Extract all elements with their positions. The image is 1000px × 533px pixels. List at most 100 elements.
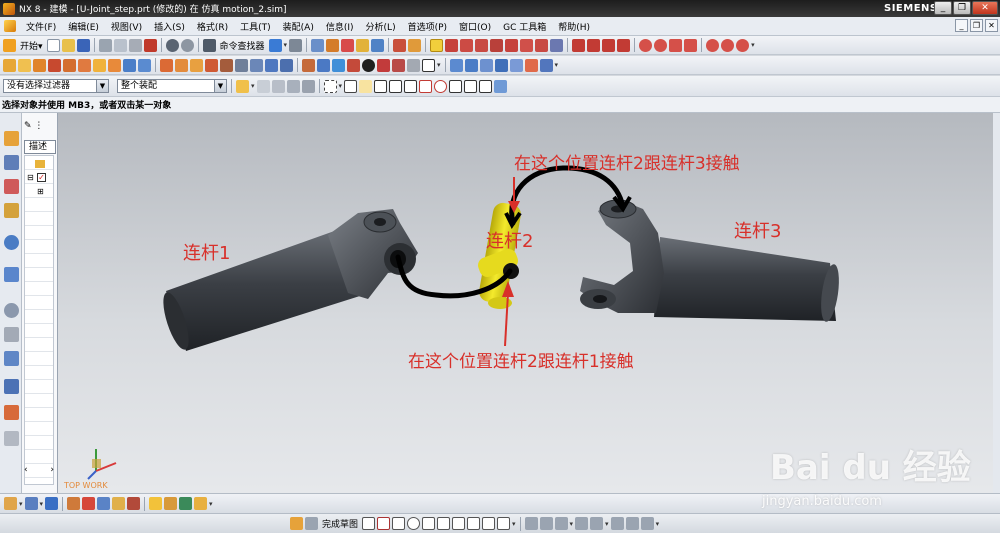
link1-part[interactable] (158, 209, 418, 352)
motion-solve-icon[interactable] (509, 58, 523, 72)
helix-icon[interactable] (736, 38, 750, 52)
point-icon[interactable] (520, 38, 534, 52)
quadrant-point-icon[interactable] (434, 79, 448, 93)
mate-icon[interactable] (112, 497, 126, 510)
layer-icon[interactable] (311, 38, 325, 52)
mirror-icon[interactable] (317, 58, 330, 72)
graphics-window[interactable]: 连杆1 连杆2 连杆3 在这个位置连杆2跟连杆3接触 在这个位置连杆2跟连杆1接… (58, 113, 993, 493)
checkbox-icon[interactable]: ✓ (37, 173, 46, 182)
quick-trim-icon[interactable] (524, 517, 538, 530)
motion-contact-icon[interactable] (479, 58, 493, 72)
type-filter-dropdown[interactable]: 没有选择过滤器 ▼ (3, 79, 109, 93)
face-selection-icon[interactable] (286, 79, 300, 93)
offset-curve-icon[interactable] (505, 38, 519, 52)
rectangle-select-icon[interactable] (323, 79, 337, 93)
edge-selection-icon[interactable] (301, 79, 315, 93)
wireframe-icon[interactable] (377, 58, 390, 72)
feature-selection-icon[interactable] (256, 79, 270, 93)
end-point-icon[interactable] (359, 79, 373, 93)
snap-settings-icon[interactable] (4, 497, 17, 510)
measure-distance-icon[interactable] (82, 497, 96, 510)
system-materials-icon[interactable] (4, 327, 19, 342)
snap-icon[interactable] (356, 38, 370, 52)
shaded-icon[interactable] (362, 58, 375, 72)
display-icon[interactable] (371, 38, 385, 52)
command-finder-button[interactable]: 命令查找器 (220, 39, 265, 52)
intersection-point-icon[interactable] (404, 79, 418, 93)
animation-icon[interactable] (524, 58, 538, 72)
touch-mode-icon[interactable] (268, 38, 282, 52)
trim-icon[interactable] (572, 38, 586, 52)
window-icon[interactable] (289, 38, 303, 52)
menu-information[interactable]: 信息(I) (320, 20, 360, 33)
selection-scope-dropdown[interactable]: 整个装配 ▼ (117, 79, 227, 93)
draft-icon[interactable] (280, 58, 293, 72)
menu-analysis[interactable]: 分析(L) (360, 20, 402, 33)
pocket-icon[interactable] (138, 58, 151, 72)
process-studio-icon[interactable] (4, 351, 19, 366)
expand-icon[interactable]: ⊞ (37, 187, 44, 196)
hd3d-tools-icon[interactable] (4, 235, 19, 250)
circle-icon[interactable] (639, 38, 653, 52)
motion-link-icon[interactable] (449, 58, 463, 72)
pattern-component-icon[interactable] (127, 497, 141, 510)
move-object-icon[interactable] (45, 497, 59, 510)
new-file-icon[interactable] (46, 38, 60, 52)
sketch-offset-icon[interactable] (497, 517, 511, 530)
sketch-rectangle-icon[interactable] (452, 517, 466, 530)
feature-group-icon[interactable] (24, 497, 38, 510)
extend-icon[interactable] (587, 38, 601, 52)
manufacturing-wizard-icon[interactable] (4, 379, 19, 394)
edge-blend-icon[interactable] (235, 58, 248, 72)
paste-icon[interactable] (128, 38, 142, 52)
view-orient-icon[interactable] (392, 58, 405, 72)
revolve-icon[interactable] (33, 58, 46, 72)
copy-icon[interactable] (113, 38, 127, 52)
sketch-arc-icon[interactable] (392, 517, 406, 530)
existing-point-icon[interactable] (449, 79, 463, 93)
motion-driver-icon[interactable] (494, 58, 508, 72)
sketch-icon[interactable] (3, 58, 16, 72)
reattach-icon[interactable] (640, 517, 654, 530)
sketch-polygon-icon[interactable] (467, 517, 481, 530)
split-body-icon[interactable] (220, 58, 233, 72)
system-scenes-icon[interactable] (4, 431, 19, 446)
doc-minimize-button[interactable]: _ (955, 19, 968, 32)
sketch-chamfer-icon[interactable] (437, 517, 451, 530)
menu-insert[interactable]: 插入(S) (148, 20, 191, 33)
motion-joint-icon[interactable] (464, 58, 478, 72)
point-on-curve-icon[interactable] (464, 79, 478, 93)
menu-assembly[interactable]: 装配(A) (277, 20, 320, 33)
section-icon[interactable] (408, 38, 422, 52)
zoom-icon[interactable] (347, 58, 360, 72)
select-icon[interactable] (430, 38, 444, 52)
menu-tools[interactable]: 工具(T) (234, 20, 277, 33)
undo-icon[interactable] (165, 38, 179, 52)
constraint-navigator-icon[interactable] (4, 155, 19, 170)
sketch-line-icon[interactable] (377, 517, 391, 530)
boss-icon[interactable] (123, 58, 136, 72)
sketch-task-icon[interactable] (290, 517, 303, 530)
bounded-grid-icon[interactable] (494, 79, 508, 93)
restore-button[interactable]: ❐ (953, 1, 971, 15)
navigator-tree[interactable]: ⊟ ✓ ⊞ (24, 155, 54, 485)
menu-window[interactable]: 窗口(O) (453, 20, 497, 33)
fit-view-icon[interactable] (332, 58, 345, 72)
intersect-icon[interactable] (190, 58, 203, 72)
shell-icon[interactable] (265, 58, 278, 72)
background-icon[interactable] (422, 58, 435, 72)
redo-icon[interactable] (180, 38, 194, 52)
delete-icon[interactable] (143, 38, 157, 52)
menu-edit[interactable]: 编辑(E) (62, 20, 105, 33)
reference-set-icon[interactable] (164, 497, 178, 510)
analysis-icon[interactable] (341, 38, 355, 52)
extrude-icon[interactable] (18, 58, 31, 72)
menu-file[interactable]: 文件(F) (20, 20, 62, 33)
history-icon[interactable] (4, 303, 19, 318)
measure-icon[interactable] (393, 38, 407, 52)
arc-icon[interactable] (460, 38, 474, 52)
pattern-icon[interactable] (302, 58, 315, 72)
arc-center-icon[interactable] (419, 79, 433, 93)
datum-icon[interactable] (550, 38, 564, 52)
sketch-circle-icon[interactable] (407, 517, 421, 530)
